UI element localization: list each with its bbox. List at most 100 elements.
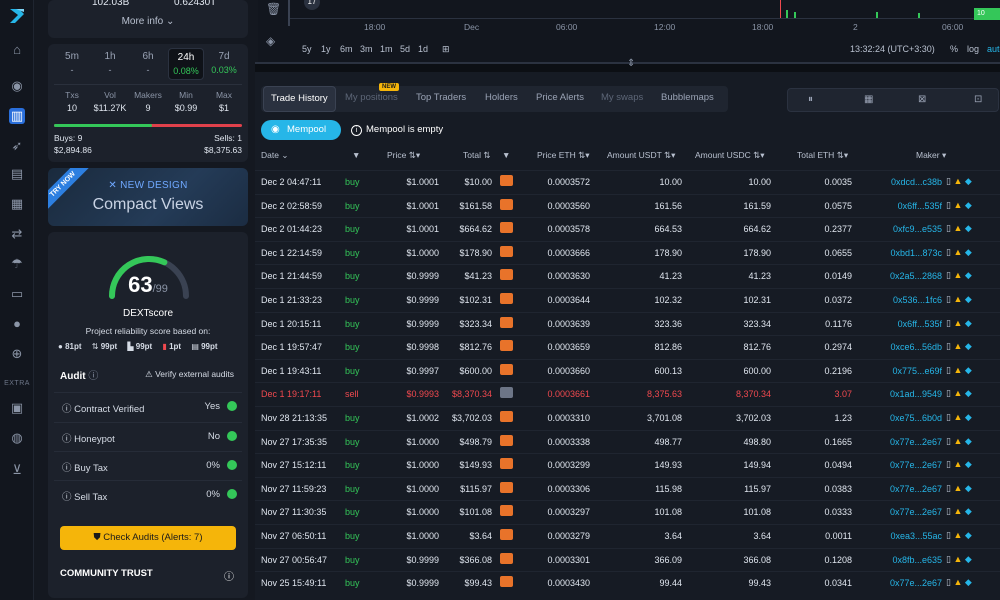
wallet-link-icon[interactable]: ◆ [965, 554, 972, 564]
trade-maker[interactable]: 0x1ad...9549 [890, 389, 942, 399]
row-actions[interactable]: ▯ ▲ ◆ [946, 176, 998, 188]
timeframe-7d[interactable]: 7d 0.03% [206, 48, 242, 80]
table-row[interactable]: Dec 2 01:44:23 buy $1.0001 $664.62 0.0003578… [255, 217, 1000, 241]
row-actions[interactable]: ▯ ▲ ◆ [946, 530, 998, 542]
mempool-button[interactable]: ◉ Mempool [261, 120, 341, 140]
table-row[interactable]: Nov 27 11:30:35 buy $1.0000 $101.08 0.000329… [255, 500, 1000, 524]
wallet-link-icon[interactable]: ◆ [965, 506, 972, 516]
trash-icon[interactable]: 🗑︎ [266, 2, 281, 16]
trade-maker[interactable]: 0x77e...2e67 [890, 507, 942, 517]
wallet-link-icon[interactable]: ◆ [965, 436, 972, 446]
resize-icon[interactable]: ⇕ [627, 58, 635, 69]
more-info-button[interactable]: More info ⌄ [48, 16, 248, 27]
add-icon[interactable]: ⊕ [9, 346, 25, 362]
col-price[interactable]: Price ⇅▾ [387, 150, 420, 161]
row-actions[interactable]: ▯ ▲ ◆ [946, 577, 998, 589]
copy-icon[interactable]: ▯ [946, 436, 951, 446]
exchange-filter-icon[interactable]: ▼ [502, 150, 510, 160]
row-actions[interactable]: ▯ ▲ ◆ [946, 247, 998, 259]
event-marker[interactable]: 17 [304, 0, 320, 10]
pair-explorer-icon[interactable]: ▥ [9, 108, 25, 124]
row-actions[interactable]: ▯ ▲ ◆ [946, 270, 998, 282]
check-audits-button[interactable]: ⛊ Check Audits (Alerts: 7) [60, 526, 236, 550]
table-row[interactable]: Nov 27 00:56:47 buy $0.9999 $366.08 0.000330… [255, 547, 1000, 572]
range-6m[interactable]: 6m [340, 44, 353, 54]
log-toggle[interactable]: log [967, 44, 979, 54]
row-actions[interactable]: ▯ ▲ ◆ [946, 200, 998, 212]
home-icon[interactable]: ⌂ [9, 42, 25, 58]
info-icon[interactable]: ⓘ [62, 434, 72, 445]
trade-maker[interactable]: 0x77e...2e67 [890, 484, 942, 494]
pause-icon[interactable]: ⏸ [808, 94, 813, 105]
trade-maker[interactable]: 0x77e...2e67 [890, 460, 942, 470]
parachute-icon[interactable]: ☂ [9, 256, 25, 272]
tab-my-positions[interactable]: My positions [345, 92, 398, 103]
wallet-link-icon[interactable]: ◆ [965, 270, 972, 280]
trade-maker[interactable]: 0x77e...2e67 [890, 578, 942, 588]
trade-maker[interactable]: 0xce6...56db [890, 342, 942, 352]
table-row[interactable]: Nov 27 06:50:11 buy $1.0000 $3.64 0.0003279 3… [255, 524, 1000, 548]
trade-maker[interactable]: 0x775...e69f [892, 366, 942, 376]
row-actions[interactable]: ▯ ▲ ◆ [946, 554, 998, 566]
copy-icon[interactable]: ▯ [946, 247, 951, 257]
user-icon[interactable]: ● [9, 316, 25, 332]
table-row[interactable]: Dec 1 21:44:59 buy $0.9999 $41.23 0.0003630 4… [255, 264, 1000, 288]
table-row[interactable]: Nov 27 11:59:23 buy $1.0000 $115.97 0.000330… [255, 476, 1000, 501]
table-row[interactable]: Dec 1 19:43:11 buy $0.9997 $600.00 0.0003660… [255, 358, 1000, 383]
info-icon[interactable]: ⓘ [62, 463, 72, 474]
wallet-link-icon[interactable]: ◆ [965, 530, 972, 540]
wallet-link-icon[interactable]: ◆ [965, 365, 972, 375]
wallet-link-icon[interactable]: ◆ [965, 483, 972, 493]
table-row[interactable]: Dec 1 20:15:11 buy $0.9999 $323.34 0.0003639… [255, 311, 1000, 336]
info-icon[interactable]: ⓘ [62, 404, 72, 415]
tab-trade-history[interactable]: Trade History [263, 86, 336, 112]
table-row[interactable]: Nov 28 21:13:35 buy $1.0002 $3,702.03 0.0003… [255, 406, 1000, 430]
info-icon[interactable]: ⓘ [88, 371, 98, 382]
wallet-link-icon[interactable]: ◆ [965, 341, 972, 351]
trade-maker[interactable]: 0x6ff...535f [898, 319, 942, 329]
copy-icon[interactable]: ▯ [946, 388, 951, 398]
wallet-link-icon[interactable]: ◆ [965, 388, 972, 398]
trade-maker[interactable]: 0xbd1...873c [890, 248, 942, 258]
row-actions[interactable]: ▯ ▲ ◆ [946, 436, 998, 448]
trade-maker[interactable]: 0x77e...2e67 [890, 437, 942, 447]
table-row[interactable]: Dec 1 19:17:11 sell $0.9993 $8,370.34 0.0003… [255, 382, 1000, 406]
table-row[interactable]: Dec 1 22:14:59 buy $1.0000 $178.90 0.0003666… [255, 240, 1000, 265]
wallet-link-icon[interactable]: ◆ [965, 223, 972, 233]
document-icon[interactable]: ▤ [9, 166, 25, 182]
wallet-icon[interactable]: ▭ [9, 286, 25, 302]
tab-price-alerts[interactable]: Price Alerts [536, 92, 584, 103]
copy-icon[interactable]: ▯ [946, 176, 951, 186]
range-1m[interactable]: 1m [380, 44, 393, 54]
layers-icon[interactable]: ◈ [266, 34, 275, 48]
row-actions[interactable]: ▯ ▲ ◆ [946, 459, 998, 471]
copy-icon[interactable]: ▯ [946, 459, 951, 469]
copy-icon[interactable]: ▯ [946, 483, 951, 493]
trade-maker[interactable]: 0x2a5...2868 [890, 271, 942, 281]
wallet-link-icon[interactable]: ◆ [965, 412, 972, 422]
trade-maker[interactable]: 0x536...1fc6 [893, 295, 942, 305]
col-date[interactable]: Date ⌄ [261, 150, 288, 161]
tab-top-traders[interactable]: Top Traders [416, 92, 466, 103]
copy-icon[interactable]: ▯ [946, 577, 951, 587]
row-actions[interactable]: ▯ ▲ ◆ [946, 318, 998, 330]
timeframe-24h[interactable]: 24h 0.08% [168, 48, 204, 80]
dextools-logo-icon[interactable] [7, 6, 27, 26]
wallet-link-icon[interactable]: ◆ [965, 577, 972, 587]
table-row[interactable]: Nov 27 17:35:35 buy $1.0000 $498.79 0.000333… [255, 429, 1000, 454]
info-icon[interactable]: ⓘ [62, 492, 72, 503]
range-3m[interactable]: 3m [360, 44, 373, 54]
calendar-icon[interactable]: ▦ [864, 94, 873, 105]
row-actions[interactable]: ▯ ▲ ◆ [946, 294, 998, 306]
verify-external-audits-link[interactable]: ⚠ Verify external audits [145, 369, 234, 380]
copy-icon[interactable]: ▯ [946, 294, 951, 304]
row-actions[interactable]: ▯ ▲ ◆ [946, 341, 998, 353]
filter-icon[interactable]: ⊠ [918, 94, 926, 105]
chart-icon[interactable]: ▣ [9, 400, 25, 416]
resize-handle[interactable]: ⇕ [255, 58, 1000, 72]
rocket-icon[interactable]: ➶ [9, 138, 25, 154]
wallet-link-icon[interactable]: ◆ [965, 318, 972, 328]
table-row[interactable]: Nov 25 15:49:11 buy $0.9999 $99.43 0.0003430… [255, 571, 1000, 595]
row-actions[interactable]: ▯ ▲ ◆ [946, 223, 998, 235]
row-actions[interactable]: ▯ ▲ ◆ [946, 483, 998, 495]
